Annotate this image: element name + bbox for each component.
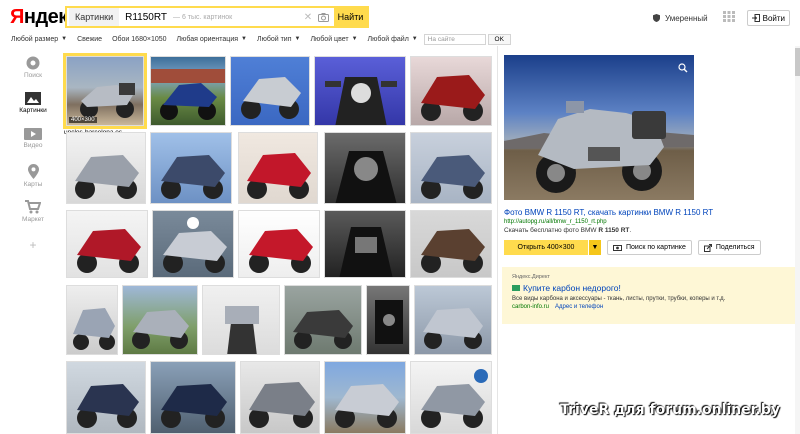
preview-url[interactable]: http://autopg.ru/all/bmw_r_1150_rt.php [504,219,607,225]
ad-block: Яндекс.Директ Купите карбон недорого! Вс… [502,267,798,324]
open-sizes-dropdown[interactable]: ▼ [589,240,601,255]
filter-bar: Любой размер ▼ Свежие Обои 1680×1050 Люба… [0,32,800,46]
ad-domain[interactable]: carbon-info.ru [512,304,549,310]
filter-color[interactable]: Любой цвет ▼ [310,36,357,43]
search-hint: — 6 тыс. картинок [173,13,233,21]
services-grid-icon[interactable] [722,9,735,27]
find-button[interactable]: Найти [334,8,367,26]
scrollbar[interactable] [795,46,800,434]
thumbnail[interactable] [66,285,118,355]
filter-size[interactable]: Любой размер ▼ [11,36,67,43]
thumbnail[interactable] [230,56,310,126]
nav-item-images[interactable]: Картинки [14,92,52,128]
map-pin-icon [27,164,39,179]
thumbnail[interactable] [410,361,492,434]
preview-title-link[interactable]: Фото BMW R 1150 RT, скачать картинки BMW… [504,208,713,217]
cart-icon [25,200,41,214]
thumbnail[interactable] [240,361,320,434]
thumbnail[interactable] [238,210,320,278]
thumbnail[interactable] [150,132,232,204]
zoom-icon[interactable] [678,60,688,78]
motorcycle-image [80,83,135,118]
thumbnail[interactable] [410,132,492,204]
filter-wallpaper[interactable]: Обои 1680×1050 [112,36,166,43]
images-icon [25,92,41,105]
thumbnail[interactable] [122,285,198,355]
thumbnail[interactable] [238,132,318,204]
site-filter-ok-button[interactable]: OK [487,33,511,45]
thumbnail[interactable] [66,361,146,434]
open-image-button[interactable]: Открыть 400×300 [504,240,588,255]
search-box[interactable]: Картинки R1150RT — 6 тыс. картинок ✕ [65,6,369,28]
search-input[interactable]: R1150RT [125,12,167,23]
pane-divider [497,46,498,434]
nav-item-market[interactable]: Маркет [14,200,52,236]
clear-icon[interactable]: ✕ [301,12,315,23]
thumbnail[interactable] [366,285,410,355]
thumbnail[interactable] [410,56,492,126]
safe-search-toggle[interactable]: Умеренный [652,13,708,23]
shield-icon [652,14,660,22]
login-icon [751,14,760,22]
thumbnail[interactable] [284,285,362,355]
ad-favicon [512,285,520,291]
camera-icon [613,245,622,251]
thumbnail[interactable] [410,210,492,278]
nav-item-search[interactable]: Поиск [14,56,52,92]
thumbnail[interactable] [324,361,406,434]
preview-description: Скачать бесплатно фото BMW R 1150 RT. [504,227,632,234]
thumbnail[interactable] [66,132,146,204]
watermark: TriveR для forum.onliner.by [560,402,780,418]
thumbnail[interactable] [202,285,280,355]
service-nav: Поиск Картинки Видео Карты Маркет + [14,56,52,252]
filter-type[interactable]: Любой тип ▼ [257,36,300,43]
thumbnail[interactable] [324,132,406,204]
search-by-image-button[interactable]: Поиск по картинке [607,240,692,255]
preview-actions: Открыть 400×300 ▼ Поиск по картинке Поде… [504,240,767,255]
size-badge: 400×300 [69,117,97,123]
thumbnail[interactable] [150,56,226,126]
scrollbar-thumb[interactable] [795,48,800,76]
motorcycle-image [504,101,694,193]
ad-label[interactable]: Яндекс.Директ [512,274,788,280]
ad-contact-link[interactable]: Адрес и телефон [555,304,603,310]
filter-fresh[interactable]: Свежие [77,36,102,43]
thumbnail[interactable] [324,210,406,278]
search-icon [26,56,40,70]
ad-title-link[interactable]: Купите карбон недорого! [512,283,788,293]
login-button[interactable]: Войти [746,10,790,26]
safe-search-label: Умеренный [664,13,708,23]
preview-image[interactable] [504,55,694,200]
thumbnail-selected[interactable]: 400×300 [63,53,147,129]
filter-file[interactable]: Любой файл ▼ [368,36,418,43]
thumbnail[interactable] [150,361,236,434]
nav-add-button[interactable]: + [14,238,52,252]
share-button[interactable]: Поделиться [697,240,761,255]
thumbnail[interactable] [314,56,406,126]
search-tag[interactable]: Картинки [69,8,120,26]
ad-text: Все виды карбона и аксессуары - ткань, л… [512,296,726,302]
thumbnail[interactable] [152,210,234,278]
video-icon [24,128,42,140]
thumbnail[interactable] [66,210,148,278]
header: Яндекс Картинки R1150RT — 6 тыс. картино… [0,0,800,32]
nav-item-video[interactable]: Видео [14,128,52,164]
filter-orientation[interactable]: Любая ориентация ▼ [177,36,247,43]
share-icon [703,243,712,252]
thumbnail[interactable] [414,285,492,355]
nav-item-maps[interactable]: Карты [14,164,52,200]
site-filter-input[interactable]: На сайте [423,33,486,45]
camera-icon[interactable] [315,10,331,24]
